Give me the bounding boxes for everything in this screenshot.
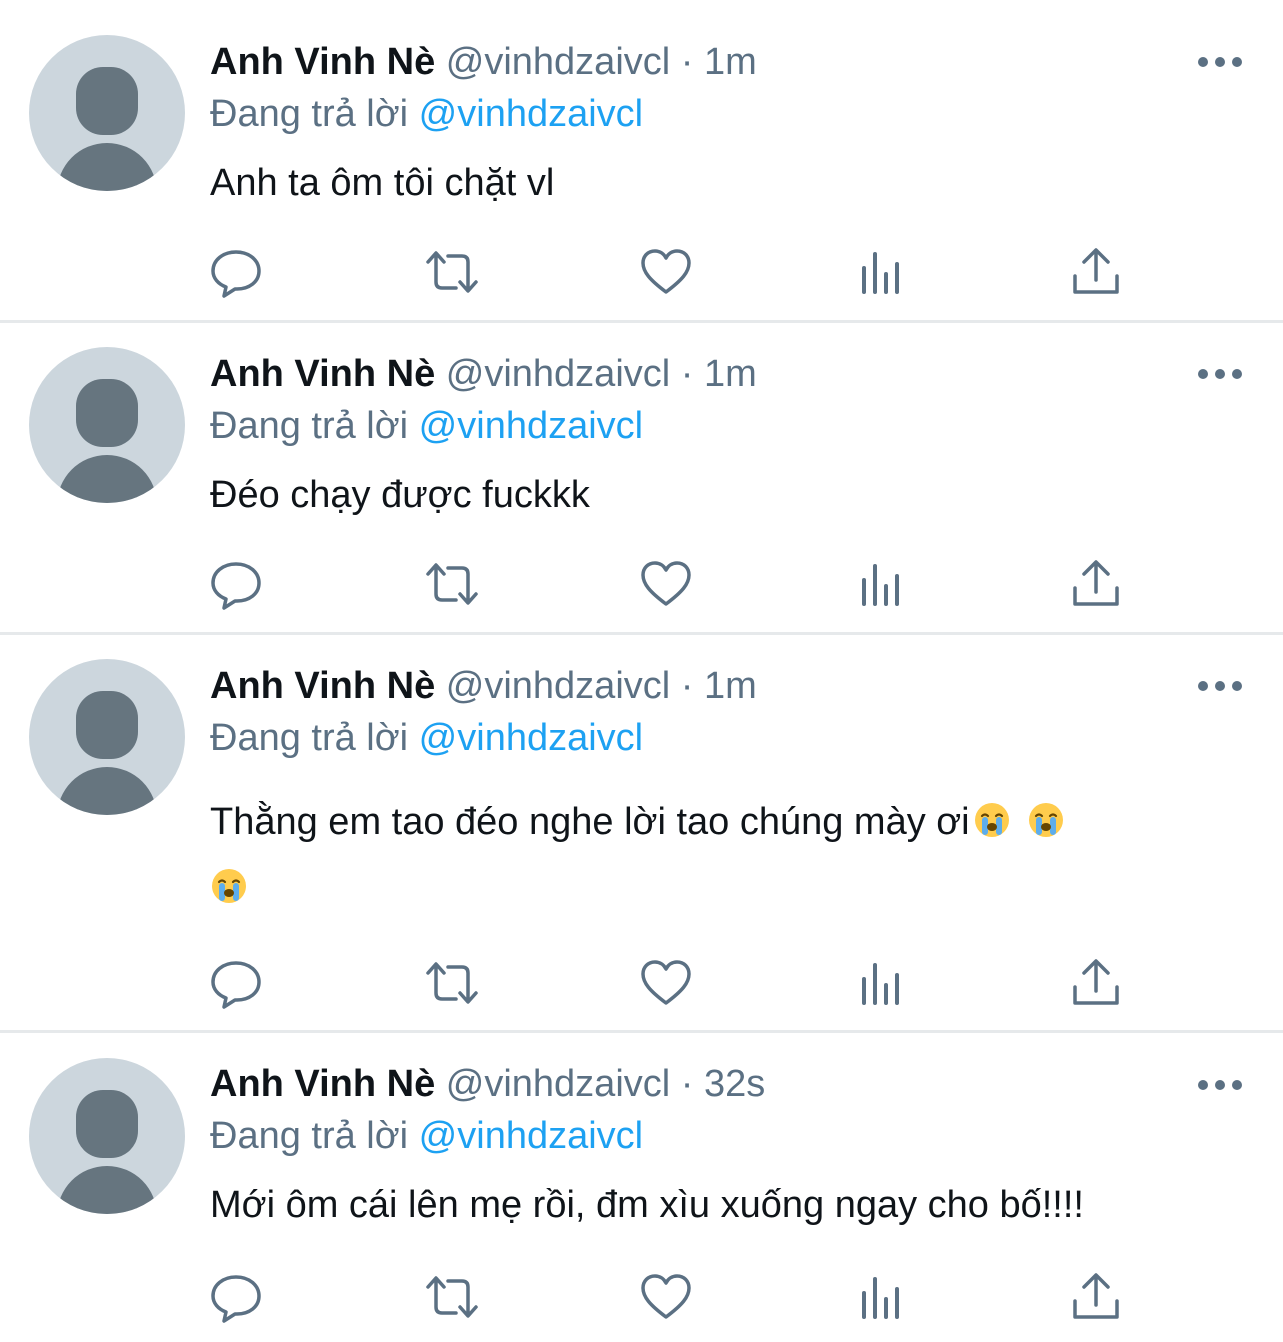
tweet-header: Anh Vinh Nè @vinhdzaivcl · 1m: [210, 351, 757, 397]
tweet-feed: Anh Vinh Nè @vinhdzaivcl · 1m Đang trả l…: [0, 0, 1283, 1342]
avatar-body-shape: [57, 1166, 157, 1214]
tweet[interactable]: Anh Vinh Nè @vinhdzaivcl · 1m Đang trả l…: [0, 0, 1283, 320]
like-icon[interactable]: [640, 558, 692, 610]
separator-dot: ·: [680, 41, 694, 83]
author-name[interactable]: Anh Vinh Nè: [210, 1063, 435, 1105]
tweet-text: Thằng em tao đéo nghe lời tao chúng mày …: [210, 801, 970, 843]
replying-to-handle[interactable]: @vinhdzaivcl: [419, 405, 643, 447]
tweet[interactable]: Anh Vinh Nè @vinhdzaivcl · 1m Đang trả l…: [0, 323, 1283, 632]
retweet-icon[interactable]: [424, 957, 478, 1009]
author-handle[interactable]: @vinhdzaivcl: [446, 665, 670, 707]
like-icon[interactable]: [640, 246, 692, 298]
replying-to-handle[interactable]: @vinhdzaivcl: [419, 717, 643, 759]
replying-to-line: Đang trả lời @vinhdzaivcl: [210, 91, 643, 137]
avatar-head-shape: [76, 691, 138, 759]
separator-dot: ·: [680, 1063, 694, 1105]
avatar-body-shape: [57, 143, 157, 191]
analytics-icon[interactable]: [856, 246, 908, 298]
replying-label: Đang trả lời: [210, 93, 409, 135]
reply-icon[interactable]: [210, 558, 262, 610]
replying-to-line: Đang trả lời @vinhdzaivcl: [210, 715, 643, 761]
replying-label: Đang trả lời: [210, 405, 409, 447]
share-icon[interactable]: [1070, 957, 1122, 1009]
reply-icon[interactable]: [210, 957, 262, 1009]
tweet-text: Đéo chạy được fuckkk: [210, 474, 590, 516]
avatar-head-shape: [76, 379, 138, 447]
replying-label: Đang trả lời: [210, 1115, 409, 1157]
replying-to-line: Đang trả lời @vinhdzaivcl: [210, 1113, 643, 1159]
tweet-header: Anh Vinh Nè @vinhdzaivcl · 32s: [210, 1061, 765, 1107]
analytics-icon[interactable]: [856, 957, 908, 1009]
reply-icon[interactable]: [210, 246, 262, 298]
author-name[interactable]: Anh Vinh Nè: [210, 665, 435, 707]
loudly-crying-face-icon: [973, 794, 1011, 837]
tweet-time[interactable]: 32s: [704, 1063, 765, 1105]
replying-to-handle[interactable]: @vinhdzaivcl: [419, 1115, 643, 1157]
avatar-body-shape: [57, 767, 157, 815]
replying-to-handle[interactable]: @vinhdzaivcl: [419, 93, 643, 135]
analytics-icon[interactable]: [856, 558, 908, 610]
author-handle[interactable]: @vinhdzaivcl: [446, 41, 670, 83]
analytics-icon[interactable]: [856, 1271, 908, 1323]
loudly-crying-face-icon: [1027, 794, 1065, 837]
more-icon[interactable]: [1196, 676, 1244, 696]
tweet-text: Anh ta ôm tôi chặt vl: [210, 162, 555, 204]
retweet-icon[interactable]: [424, 246, 478, 298]
replying-label: Đang trả lời: [210, 717, 409, 759]
replying-to-line: Đang trả lời @vinhdzaivcl: [210, 403, 643, 449]
tweet-text: Mới ôm cái lên mẹ rồi, đm xìu xuống ngay…: [210, 1184, 1084, 1226]
more-icon[interactable]: [1196, 1075, 1244, 1095]
more-icon[interactable]: [1196, 52, 1244, 72]
author-handle[interactable]: @vinhdzaivcl: [446, 353, 670, 395]
share-icon[interactable]: [1070, 558, 1122, 610]
tweet[interactable]: Anh Vinh Nè @vinhdzaivcl · 1m Đang trả l…: [0, 635, 1283, 1030]
like-icon[interactable]: [640, 957, 692, 1009]
tweet-time[interactable]: 1m: [704, 41, 757, 83]
share-icon[interactable]: [1070, 246, 1122, 298]
avatar-head-shape: [76, 67, 138, 135]
tweet-time[interactable]: 1m: [704, 665, 757, 707]
separator-dot: ·: [680, 353, 694, 395]
avatar-body-shape: [57, 455, 157, 503]
author-name[interactable]: Anh Vinh Nè: [210, 41, 435, 83]
retweet-icon[interactable]: [424, 558, 478, 610]
tweet-time[interactable]: 1m: [704, 353, 757, 395]
share-icon[interactable]: [1070, 1271, 1122, 1323]
tweet-header: Anh Vinh Nè @vinhdzaivcl · 1m: [210, 39, 757, 85]
tweet[interactable]: Anh Vinh Nè @vinhdzaivcl · 32s Đang trả …: [0, 1033, 1283, 1342]
avatar[interactable]: [29, 1058, 185, 1214]
separator-dot: ·: [680, 665, 694, 707]
tweet-header: Anh Vinh Nè @vinhdzaivcl · 1m: [210, 663, 757, 709]
more-icon[interactable]: [1196, 364, 1244, 384]
reply-icon[interactable]: [210, 1271, 262, 1323]
avatar[interactable]: [29, 347, 185, 503]
tweet-text-container: Thằng em tao đéo nghe lời tao chúng mày …: [210, 789, 1250, 921]
loudly-crying-face-icon: [210, 860, 248, 903]
like-icon[interactable]: [640, 1271, 692, 1323]
author-handle[interactable]: @vinhdzaivcl: [446, 1063, 670, 1105]
avatar[interactable]: [29, 659, 185, 815]
avatar[interactable]: [29, 35, 185, 191]
author-name[interactable]: Anh Vinh Nè: [210, 353, 435, 395]
retweet-icon[interactable]: [424, 1271, 478, 1323]
avatar-head-shape: [76, 1090, 138, 1158]
